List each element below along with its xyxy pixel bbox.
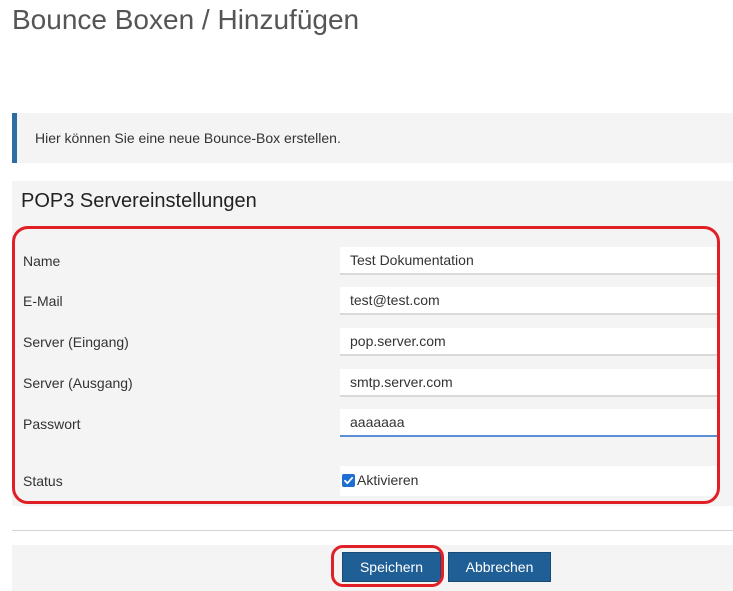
- form-panel: Name E-Mail Server (Eingang) Server (Aus…: [12, 221, 733, 506]
- server-outgoing-label: Server (Ausgang): [23, 375, 133, 391]
- password-label: Passwort: [23, 416, 81, 432]
- server-outgoing-field[interactable]: [340, 369, 718, 397]
- info-box: Hier können Sie eine neue Bounce-Box ers…: [12, 113, 733, 163]
- activate-checkbox[interactable]: [342, 474, 355, 487]
- section-title: POP3 Servereinstellungen: [21, 190, 257, 212]
- server-incoming-field[interactable]: [340, 328, 718, 356]
- status-label: Status: [23, 473, 63, 489]
- password-field[interactable]: [340, 409, 718, 437]
- page: Bounce Boxen / Hinzufügen Hier können Si…: [0, 0, 733, 591]
- server-incoming-label: Server (Eingang): [23, 334, 129, 350]
- activate-checkbox-label[interactable]: Aktivieren: [357, 472, 418, 488]
- cancel-button[interactable]: Abbrechen: [448, 552, 551, 582]
- email-field[interactable]: [340, 287, 718, 315]
- section-header: POP3 Servereinstellungen: [12, 181, 733, 221]
- info-text: Hier können Sie eine neue Bounce-Box ers…: [35, 130, 341, 146]
- save-button[interactable]: Speichern: [342, 552, 441, 582]
- email-label: E-Mail: [23, 293, 63, 309]
- button-bar: Speichern Abbrechen: [12, 545, 733, 591]
- page-title: Bounce Boxen / Hinzufügen: [12, 4, 360, 35]
- name-label: Name: [23, 253, 61, 269]
- status-control: Aktivieren: [340, 466, 718, 496]
- checkmark-icon: [344, 476, 354, 485]
- divider: [12, 530, 733, 531]
- name-field[interactable]: [340, 247, 718, 275]
